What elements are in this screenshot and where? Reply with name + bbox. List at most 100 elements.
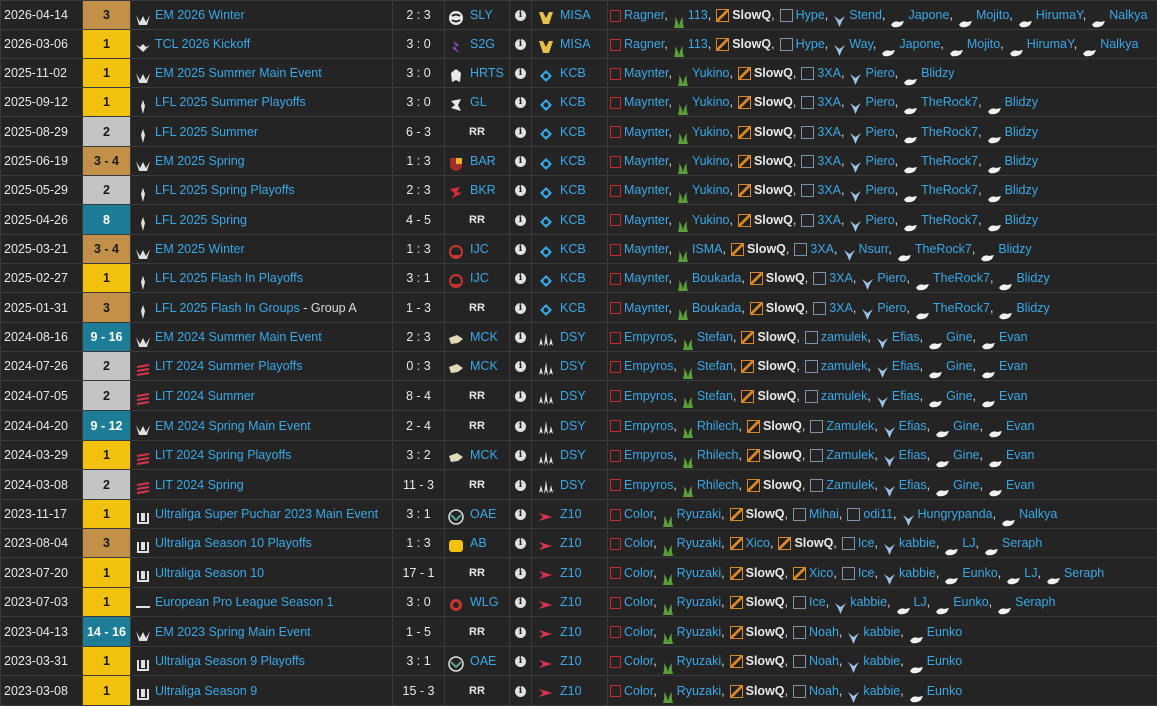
- player-link[interactable]: Eunko: [962, 566, 997, 580]
- player-link[interactable]: Ice: [809, 595, 826, 609]
- team-link[interactable]: MISA: [560, 37, 591, 51]
- player-link[interactable]: TheRock7: [921, 125, 978, 139]
- player-link[interactable]: Hype: [796, 8, 825, 22]
- player-link[interactable]: TheRock7: [915, 242, 972, 256]
- info-icon[interactable]: i: [515, 332, 526, 343]
- player-link[interactable]: Maynter: [624, 213, 668, 227]
- player-link[interactable]: SlowQ: [763, 448, 802, 462]
- event-cell[interactable]: Ultraliga Season 10: [131, 558, 393, 588]
- player-link[interactable]: Color: [624, 507, 653, 521]
- player-link[interactable]: SlowQ: [754, 125, 793, 139]
- player-link[interactable]: Maynter: [624, 301, 668, 315]
- opponent-link[interactable]: MCK: [470, 448, 498, 462]
- player-link[interactable]: zamulek: [821, 359, 868, 373]
- info-icon[interactable]: i: [515, 391, 526, 402]
- team-link[interactable]: KCB: [560, 183, 586, 197]
- player-link[interactable]: Ryuzaki: [677, 536, 721, 550]
- team-cell[interactable]: Z10: [532, 676, 608, 706]
- team-link[interactable]: Z10: [560, 566, 582, 580]
- match-info-cell[interactable]: i: [510, 235, 532, 264]
- player-link[interactable]: TheRock7: [921, 154, 978, 168]
- player-link[interactable]: Piero: [865, 66, 894, 80]
- player-link[interactable]: Yukino: [692, 213, 730, 227]
- opponent-link[interactable]: GL: [470, 95, 487, 109]
- player-link[interactable]: Maynter: [624, 95, 668, 109]
- player-link[interactable]: zamulek: [821, 330, 868, 344]
- player-link[interactable]: Nsurr: [859, 242, 889, 256]
- player-link[interactable]: Ice: [858, 566, 875, 580]
- event-link[interactable]: Ultraliga Season 10: [155, 566, 264, 580]
- team-cell[interactable]: MISA: [532, 30, 608, 59]
- team-link[interactable]: DSY: [560, 419, 586, 433]
- info-icon[interactable]: i: [515, 361, 526, 372]
- event-cell[interactable]: European Pro League Season 1: [131, 588, 393, 617]
- player-link[interactable]: Stefan: [697, 389, 733, 403]
- player-link[interactable]: SlowQ: [754, 95, 793, 109]
- event-link[interactable]: LIT 2024 Spring: [155, 478, 244, 492]
- player-link[interactable]: Gine: [946, 330, 972, 344]
- player-link[interactable]: Evan: [1006, 448, 1035, 462]
- event-link[interactable]: EM 2024 Summer Main Event: [155, 330, 322, 344]
- player-link[interactable]: Evan: [1006, 419, 1035, 433]
- team-cell[interactable]: DSY: [532, 441, 608, 470]
- team-link[interactable]: KCB: [560, 95, 586, 109]
- opponent-cell[interactable]: SLY: [445, 1, 510, 30]
- player-link[interactable]: Gine: [953, 419, 979, 433]
- info-icon[interactable]: i: [515, 244, 526, 255]
- player-link[interactable]: 3XA: [817, 95, 841, 109]
- player-link[interactable]: SlowQ: [746, 566, 785, 580]
- opponent-cell[interactable]: HRTS: [445, 59, 510, 88]
- player-link[interactable]: Maynter: [624, 154, 668, 168]
- match-info-cell[interactable]: i: [510, 59, 532, 88]
- player-link[interactable]: Boukada: [692, 301, 741, 315]
- player-link[interactable]: SlowQ: [746, 507, 785, 521]
- opponent-cell[interactable]: RR: [445, 558, 510, 588]
- event-cell[interactable]: EM 2025 Spring: [131, 147, 393, 176]
- player-link[interactable]: Zamulek: [826, 419, 874, 433]
- match-info-cell[interactable]: i: [510, 293, 532, 323]
- player-link[interactable]: Eunko: [927, 654, 962, 668]
- team-cell[interactable]: KCB: [532, 117, 608, 147]
- event-link[interactable]: EM 2025 Winter: [155, 242, 245, 256]
- player-link[interactable]: Zamulek: [826, 478, 874, 492]
- player-link[interactable]: kabbie: [863, 684, 900, 698]
- info-icon[interactable]: i: [515, 127, 526, 138]
- player-link[interactable]: TheRock7: [933, 271, 990, 285]
- player-link[interactable]: 3XA: [829, 271, 853, 285]
- player-link[interactable]: Ragner: [624, 8, 664, 22]
- opponent-link[interactable]: S2G: [470, 37, 495, 51]
- player-link[interactable]: SlowQ: [763, 419, 802, 433]
- player-link[interactable]: Way: [849, 37, 873, 51]
- info-icon[interactable]: i: [515, 156, 526, 167]
- player-link[interactable]: SlowQ: [794, 536, 833, 550]
- player-link[interactable]: LJ: [1024, 566, 1037, 580]
- player-link[interactable]: Mojito: [967, 37, 1000, 51]
- player-link[interactable]: SlowQ: [747, 242, 786, 256]
- player-link[interactable]: 3XA: [817, 183, 841, 197]
- player-link[interactable]: Color: [624, 654, 653, 668]
- player-link[interactable]: Blidzy: [1005, 154, 1038, 168]
- player-link[interactable]: Ryuzaki: [677, 566, 721, 580]
- player-link[interactable]: Maynter: [624, 242, 668, 256]
- team-link[interactable]: KCB: [560, 125, 586, 139]
- team-cell[interactable]: Z10: [532, 529, 608, 558]
- event-cell[interactable]: Ultraliga Season 9: [131, 676, 393, 706]
- info-icon[interactable]: i: [515, 273, 526, 284]
- team-link[interactable]: Z10: [560, 625, 582, 639]
- player-link[interactable]: Japone: [908, 8, 949, 22]
- player-link[interactable]: Blidzy: [1005, 125, 1038, 139]
- event-cell[interactable]: Ultraliga Super Puchar 2023 Main Event: [131, 500, 393, 529]
- player-link[interactable]: Yukino: [692, 125, 730, 139]
- opponent-link[interactable]: SLY: [470, 8, 493, 22]
- player-link[interactable]: Noah: [809, 625, 839, 639]
- team-link[interactable]: DSY: [560, 359, 586, 373]
- player-link[interactable]: Efias: [892, 359, 920, 373]
- opponent-cell[interactable]: S2G: [445, 30, 510, 59]
- team-cell[interactable]: DSY: [532, 470, 608, 500]
- player-link[interactable]: Mihai: [809, 507, 839, 521]
- event-cell[interactable]: Ultraliga Season 10 Playoffs: [131, 529, 393, 558]
- player-link[interactable]: Seraph: [1015, 595, 1055, 609]
- player-link[interactable]: Piero: [865, 95, 894, 109]
- player-link[interactable]: Yukino: [692, 66, 730, 80]
- team-cell[interactable]: KCB: [532, 88, 608, 117]
